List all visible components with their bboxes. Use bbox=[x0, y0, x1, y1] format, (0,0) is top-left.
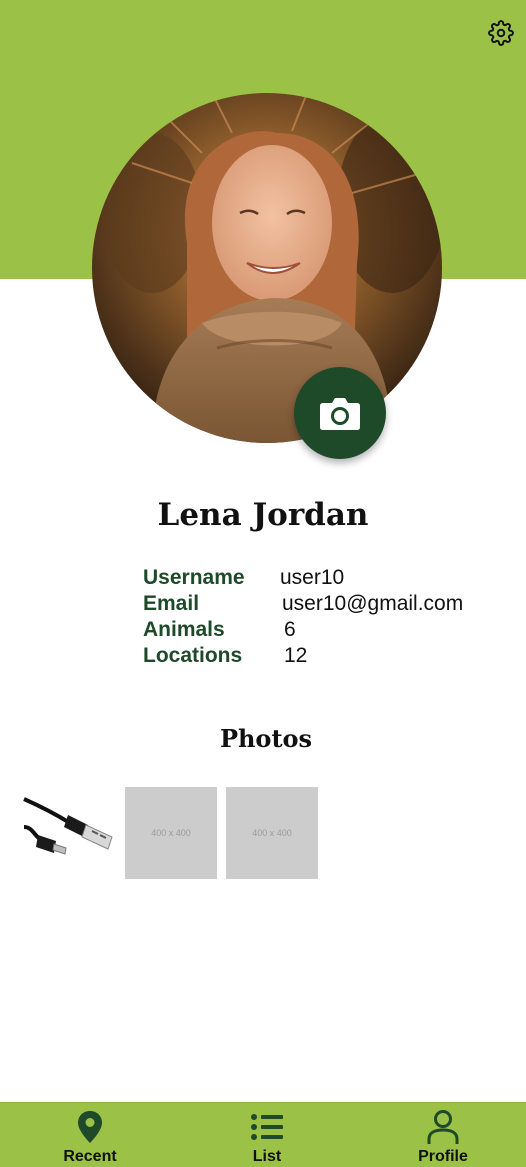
info-row-animals: Animals 6 bbox=[143, 617, 513, 643]
nav-label-recent: Recent bbox=[63, 1148, 117, 1165]
username-value: user10 bbox=[280, 566, 345, 589]
person-icon bbox=[427, 1110, 459, 1144]
email-label: Email bbox=[143, 592, 200, 615]
nav-item-profile[interactable]: Profile bbox=[383, 1103, 503, 1167]
usb-cable-image bbox=[22, 787, 114, 879]
profile-avatar[interactable] bbox=[92, 93, 442, 443]
info-row-email: Email user10@gmail.com bbox=[143, 591, 513, 617]
placeholder-text: 400 x 400 bbox=[252, 828, 292, 838]
list-icon bbox=[251, 1114, 283, 1140]
nav-label-list: List bbox=[252, 1148, 282, 1165]
nav-label-profile: Profile bbox=[418, 1148, 468, 1165]
info-row-username: Username user10 bbox=[143, 565, 513, 591]
nav-item-recent[interactable]: Recent bbox=[30, 1103, 150, 1167]
bottom-nav: Recent List Profile bbox=[0, 1102, 526, 1167]
info-row-locations: Locations 12 bbox=[143, 643, 513, 669]
locations-value: 12 bbox=[284, 644, 308, 667]
camera-icon bbox=[320, 398, 360, 430]
nav-item-list[interactable]: List bbox=[207, 1103, 327, 1167]
change-photo-button[interactable] bbox=[294, 367, 386, 459]
photo-thumbnail-placeholder[interactable]: 400 x 400 bbox=[226, 787, 318, 879]
photo-thumbnail-placeholder[interactable]: 400 x 400 bbox=[125, 787, 217, 879]
animals-value: 6 bbox=[284, 618, 296, 641]
photos-heading: Photos bbox=[219, 724, 313, 753]
locations-label: Locations bbox=[143, 644, 243, 667]
photo-thumbnail-usb-cable[interactable] bbox=[22, 787, 114, 879]
gear-icon bbox=[488, 20, 514, 46]
email-value: user10@gmail.com bbox=[282, 592, 464, 615]
animals-label: Animals bbox=[143, 618, 225, 641]
settings-button[interactable] bbox=[486, 18, 516, 48]
username-label: Username bbox=[143, 566, 245, 589]
placeholder-text: 400 x 400 bbox=[151, 828, 191, 838]
map-pin-icon bbox=[78, 1111, 102, 1143]
profile-info: Username user10 Email user10@gmail.com A… bbox=[143, 565, 513, 669]
profile-name: Lena Jordan bbox=[157, 497, 369, 533]
